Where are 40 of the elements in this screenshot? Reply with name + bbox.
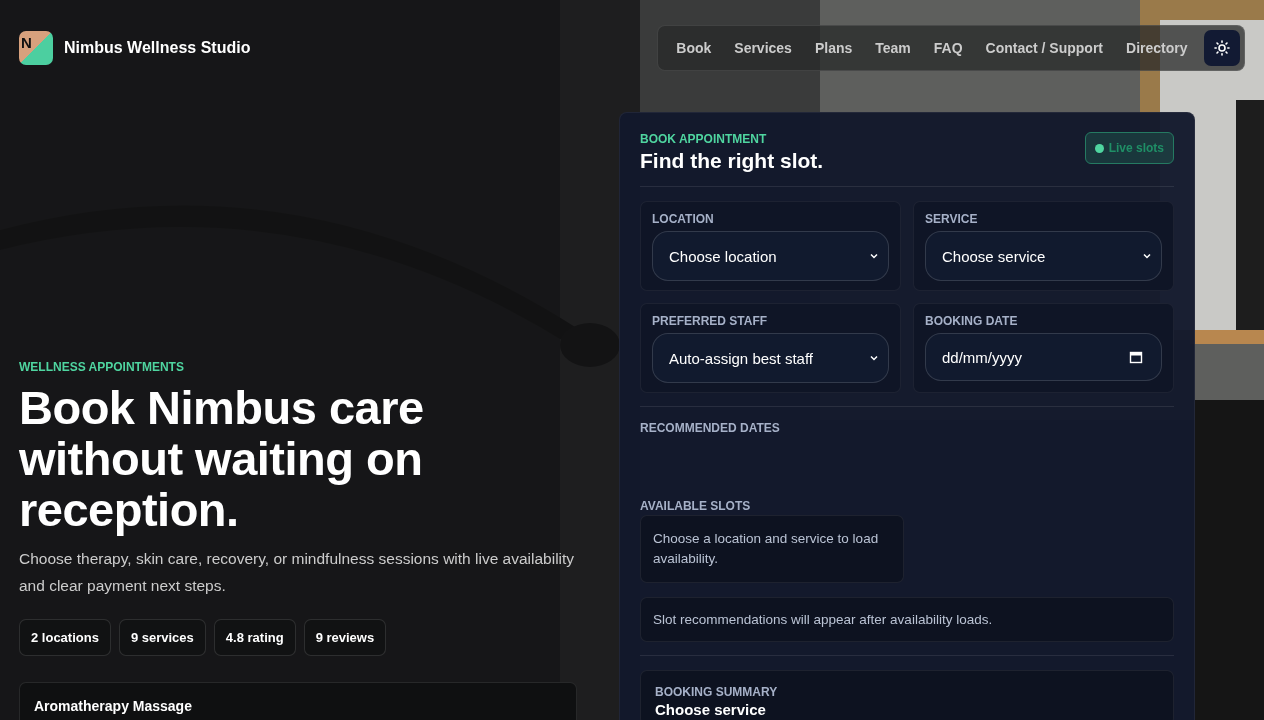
nav-link[interactable]: FAQ xyxy=(923,32,974,64)
chevron-down-icon xyxy=(869,251,879,261)
section-label: AVAILABLE SLOTS xyxy=(640,499,752,513)
theme-toggle-button[interactable] xyxy=(1204,30,1240,66)
hero-title: Book Nimbus care without waiting on reception. xyxy=(19,382,425,535)
nav-link[interactable]: Plans xyxy=(804,32,863,64)
stat-chip: 9 services xyxy=(118,619,206,656)
summary-label: BOOKING SUMMARY xyxy=(655,685,779,699)
date-field[interactable]: dd/mm/yyyy xyxy=(925,333,1162,381)
calendar-icon xyxy=(1129,350,1143,364)
select-field[interactable]: Auto-assign best staff xyxy=(652,333,889,383)
live-slots-label: Live slots xyxy=(1108,141,1164,155)
recommendation-note: Slot recommendations will appear after availability loads. xyxy=(640,597,1174,642)
section-label: RECOMMENDED DATES xyxy=(640,421,781,435)
booking-eyebrow: BOOK APPOINTMENT xyxy=(640,132,768,146)
nav-link[interactable]: Book xyxy=(665,32,722,64)
brand-name[interactable]: Nimbus Wellness Studio xyxy=(64,39,251,57)
booking-title: Find the right slot. xyxy=(640,149,824,173)
nav-link[interactable]: Contact / Support xyxy=(975,32,1114,64)
nav-link[interactable]: Directory xyxy=(1115,32,1198,64)
empty-state-message: Choose a location and service to load availability. xyxy=(640,515,904,583)
stat-chip: 9 reviews xyxy=(303,619,387,656)
nav-link[interactable]: Team xyxy=(864,32,922,64)
field-label: SERVICE xyxy=(925,212,979,226)
hero-eyebrow: WELLNESS APPOINTMENTS xyxy=(19,360,185,374)
select-field[interactable]: Choose service xyxy=(925,231,1162,281)
summary-title: Choose service xyxy=(655,701,767,718)
chevron-down-icon xyxy=(1142,251,1152,261)
select-field[interactable]: Choose location xyxy=(652,231,889,281)
stat-chip: 4.8 rating xyxy=(213,619,296,656)
service-title: Aromatherapy Massage xyxy=(34,698,192,714)
field-label: BOOKING DATE xyxy=(925,314,1019,328)
hero-description: Choose therapy, skin care, recovery, or mindfulness sessions with live availability and clear payment next steps. xyxy=(19,549,576,596)
nav-link[interactable]: Services xyxy=(723,32,803,64)
field-label: LOCATION xyxy=(652,212,715,226)
field-label: PREFERRED STAFF xyxy=(652,314,769,328)
logo-icon: N xyxy=(19,31,53,65)
sun-icon xyxy=(1214,40,1230,56)
stat-chip: 2 locations xyxy=(19,619,111,656)
chevron-down-icon xyxy=(869,353,879,363)
